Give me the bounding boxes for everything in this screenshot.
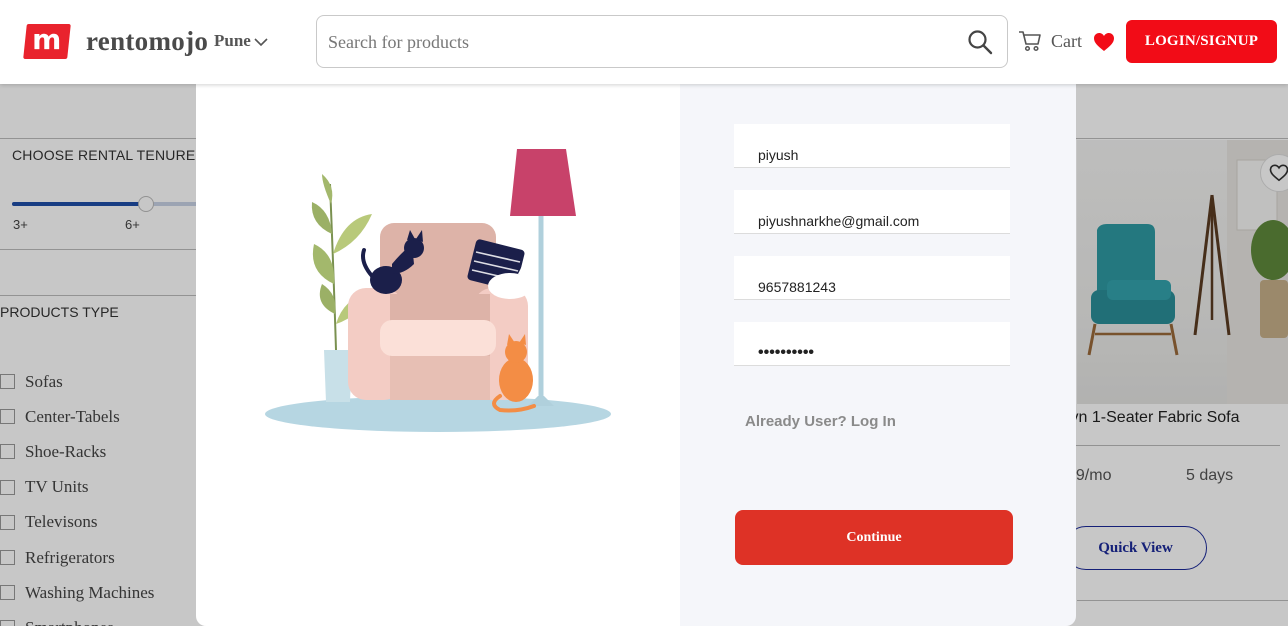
cart-link[interactable]: Cart (1018, 30, 1082, 52)
cart-label: Cart (1051, 30, 1082, 51)
search-bar (316, 15, 1008, 68)
armchair-cats-illustration (265, 149, 611, 432)
city-selector[interactable]: Pune (214, 31, 269, 51)
wishlist-heart-icon[interactable] (1093, 32, 1115, 52)
signup-form-panel: ​ Already User? Log In Continue (680, 84, 1076, 626)
password-field[interactable] (734, 322, 1010, 366)
login-signup-button[interactable]: LOGIN/SIGNUP (1126, 20, 1277, 63)
rentomojo-logo[interactable]: m (23, 22, 71, 59)
chevron-down-icon (254, 37, 268, 46)
name-field[interactable] (734, 124, 1010, 168)
search-input[interactable] (328, 28, 948, 56)
continue-button[interactable]: Continue (735, 510, 1013, 565)
already-user-login-link[interactable]: Already User? Log In (745, 413, 896, 430)
logo-letter: m (32, 22, 62, 56)
signup-modal: ​ Already User? Log In Continue (196, 84, 1076, 626)
phone-field[interactable] (734, 256, 1010, 300)
cart-icon (1019, 31, 1041, 52)
top-header: m rentomojo Pune Cart LOGIN/SIGNUP (0, 0, 1288, 84)
modal-illustration-panel (196, 84, 680, 626)
city-label: Pune (214, 31, 251, 50)
email-field[interactable] (734, 190, 1010, 234)
search-icon[interactable] (967, 29, 993, 55)
brand-name[interactable]: rentomojo (86, 26, 208, 57)
